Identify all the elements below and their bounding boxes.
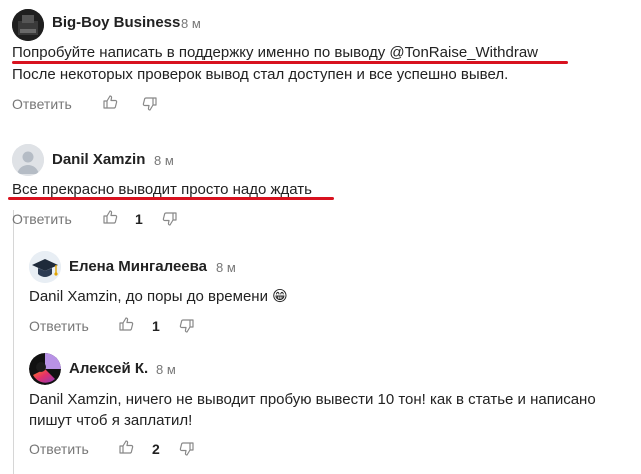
comment-author[interactable]: Алексей К.	[69, 360, 148, 377]
reply-button[interactable]: Ответить	[12, 211, 72, 227]
comment-text-line: После некоторых проверок вывод стал дост…	[12, 66, 509, 83]
reply-button[interactable]: Ответить	[12, 96, 72, 112]
thumbs-down-icon[interactable]	[162, 211, 178, 227]
comment-time: 8 м	[216, 260, 236, 275]
thumbs-down-icon[interactable]	[179, 441, 195, 457]
comment-text: Danil Xamzin, до поры до времени	[29, 288, 268, 305]
thumbs-up-icon[interactable]	[102, 94, 118, 110]
likes-count: 1	[135, 211, 143, 227]
avatar[interactable]	[29, 353, 61, 385]
avatar-image	[29, 353, 61, 385]
comment-text-line: пишут чтоб я заплатил!	[29, 412, 193, 429]
comment-author[interactable]: Елена Мингалеева	[69, 258, 207, 275]
avatar[interactable]	[12, 144, 44, 176]
comment-time: 8 м	[154, 153, 174, 168]
default-user-icon	[12, 144, 44, 176]
reply-thread-line	[13, 210, 14, 474]
avatar-image	[12, 9, 44, 41]
reply-button[interactable]: Ответить	[29, 441, 89, 457]
reply-button[interactable]: Ответить	[29, 318, 89, 334]
thumbs-up-icon[interactable]	[118, 439, 134, 455]
grin-emoji-icon: 😁	[272, 288, 288, 305]
comment-text-line: Danil Xamzin, ничего не выводит пробую в…	[29, 391, 596, 408]
avatar[interactable]	[29, 251, 61, 283]
likes-count: 1	[152, 318, 160, 334]
comment-time: 8 м	[156, 362, 176, 377]
graduation-cap-icon	[29, 251, 61, 283]
thumbs-down-icon[interactable]	[179, 318, 195, 334]
avatar[interactable]	[12, 9, 44, 41]
thumbs-up-icon[interactable]	[118, 316, 134, 332]
comment-author[interactable]: Danil Xamzin	[52, 151, 145, 168]
thumbs-down-icon[interactable]	[142, 96, 158, 112]
comment-author[interactable]: Big-Boy Business	[52, 14, 180, 31]
comment-time: 8 м	[181, 16, 201, 31]
highlight-underline	[8, 197, 334, 200]
comment-text-line: Danil Xamzin, до поры до времени 😁	[29, 286, 288, 308]
likes-count: 2	[152, 441, 160, 457]
thumbs-up-icon[interactable]	[102, 209, 118, 225]
